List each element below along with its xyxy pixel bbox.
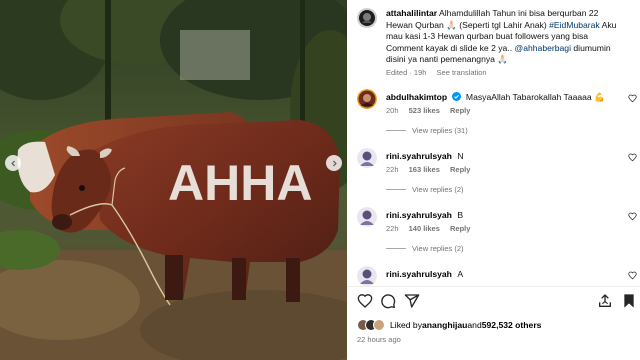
- post-photo[interactable]: AHHA: [0, 0, 347, 360]
- comment-text: rini.syahrulsyah B: [386, 210, 626, 222]
- likes-summary[interactable]: Liked by ananghijau and 592,532 others: [357, 318, 541, 332]
- comment-body: B: [457, 210, 464, 220]
- commenter-avatar[interactable]: [357, 207, 377, 227]
- view-replies-button[interactable]: View replies (2): [386, 185, 464, 194]
- post-timestamp: 22 hours ago: [357, 335, 401, 344]
- reply-button[interactable]: Reply: [450, 106, 470, 115]
- comment-body: N: [457, 151, 464, 161]
- caption-hashtag[interactable]: #EidMubarak: [549, 20, 600, 30]
- comment-item: rini.syahrulsyah A: [347, 266, 640, 286]
- comment-like-heart-icon[interactable]: [628, 212, 637, 221]
- comment-likes[interactable]: 163 likes: [409, 165, 440, 174]
- post-panel: attahalilintar Alhamdulillah Tahun ini b…: [347, 0, 640, 360]
- next-slide-button[interactable]: [326, 155, 342, 171]
- heart-icon[interactable]: [357, 293, 373, 309]
- painted-text: AHHA: [168, 155, 312, 211]
- chevron-left-icon: [10, 160, 15, 166]
- comment-like-heart-icon[interactable]: [628, 271, 637, 280]
- commenter-username[interactable]: abdulhakimtop: [386, 92, 447, 102]
- cattle-photo: AHHA: [0, 0, 347, 360]
- boost-icon[interactable]: [597, 293, 613, 309]
- comment-item: abdulhakimtop MasyaAllah Tabarokallah Ta…: [347, 89, 640, 139]
- previous-slide-button[interactable]: [5, 155, 21, 171]
- view-replies-label: View replies (2): [412, 185, 464, 194]
- action-bar: [347, 290, 640, 312]
- commenter-avatar-image: [357, 148, 377, 168]
- chevron-right-icon: [332, 160, 337, 166]
- comment-text: rini.syahrulsyah A: [386, 269, 626, 281]
- commenter-username[interactable]: rini.syahrulsyah: [386, 269, 452, 279]
- verified-badge-icon: [451, 92, 461, 101]
- comment-text: rini.syahrulsyah N: [386, 151, 626, 163]
- replies-line: [386, 130, 406, 131]
- commenter-username[interactable]: rini.syahrulsyah: [386, 210, 452, 220]
- author-username[interactable]: attahalilintar: [386, 8, 437, 18]
- caption-edited: Edited · 19h: [386, 68, 427, 77]
- replies-line: [386, 189, 406, 190]
- liker-username[interactable]: ananghijau: [422, 320, 467, 330]
- replies-line: [386, 248, 406, 249]
- commenter-avatar-image: [357, 207, 377, 227]
- comment-meta: 22h 163 likes Reply: [386, 165, 478, 174]
- caption-block: attahalilintar Alhamdulillah Tahun ini b…: [347, 8, 640, 80]
- caption-mention[interactable]: @ahhaberbagi: [514, 43, 571, 53]
- comment-item: rini.syahrulsyah B 22h 140 likes Reply V…: [347, 207, 640, 257]
- comment-icon[interactable]: [380, 293, 396, 309]
- comment-item: rini.syahrulsyah N 22h 163 likes Reply V…: [347, 148, 640, 198]
- comment-body: MasyaAllah Tabarokallah Taaaaa 💪: [465, 92, 605, 102]
- commenter-avatar[interactable]: [357, 148, 377, 168]
- caption-text: attahalilintar Alhamdulillah Tahun ini b…: [386, 8, 626, 66]
- likes-count[interactable]: 592,532 others: [482, 320, 542, 330]
- see-translation-link[interactable]: See translation: [437, 68, 487, 77]
- comment-meta: 22h 140 likes Reply: [386, 224, 478, 233]
- liker-avatars: [357, 319, 385, 331]
- view-replies-button[interactable]: View replies (31): [386, 126, 468, 135]
- commenter-avatar-image: [357, 89, 377, 109]
- comment-meta: 20h 523 likes Reply: [386, 106, 478, 115]
- commenter-avatar[interactable]: [357, 89, 377, 109]
- comment-like-heart-icon[interactable]: [628, 153, 637, 162]
- comment-like-heart-icon[interactable]: [628, 94, 637, 103]
- author-avatar-image: [357, 8, 377, 28]
- comment-time: 22h: [386, 224, 399, 233]
- liker-avatar: [373, 319, 385, 331]
- commenter-avatar-image: [357, 266, 377, 286]
- comment-time: 22h: [386, 165, 399, 174]
- view-replies-button[interactable]: View replies (2): [386, 244, 464, 253]
- likes-prefix: Liked by: [390, 320, 423, 330]
- comment-likes[interactable]: 140 likes: [409, 224, 440, 233]
- comment-time: 20h: [386, 106, 399, 115]
- comments-scroll-area[interactable]: attahalilintar Alhamdulillah Tahun ini b…: [347, 0, 640, 286]
- view-replies-label: View replies (2): [412, 244, 464, 253]
- reply-button[interactable]: Reply: [450, 224, 470, 233]
- comment-body: A: [457, 269, 464, 279]
- reply-button[interactable]: Reply: [450, 165, 470, 174]
- save-icon[interactable]: [621, 293, 637, 309]
- comment-likes[interactable]: 523 likes: [409, 106, 440, 115]
- commenter-avatar[interactable]: [357, 266, 377, 286]
- view-replies-label: View replies (31): [412, 126, 468, 135]
- divider: [347, 286, 640, 287]
- likes-connector: and: [467, 320, 482, 330]
- comment-text: abdulhakimtop MasyaAllah Tabarokallah Ta…: [386, 92, 626, 104]
- author-avatar[interactable]: [357, 8, 377, 28]
- commenter-username[interactable]: rini.syahrulsyah: [386, 151, 452, 161]
- caption-meta: Edited · 19h See translation: [386, 68, 495, 77]
- share-icon[interactable]: [404, 293, 420, 309]
